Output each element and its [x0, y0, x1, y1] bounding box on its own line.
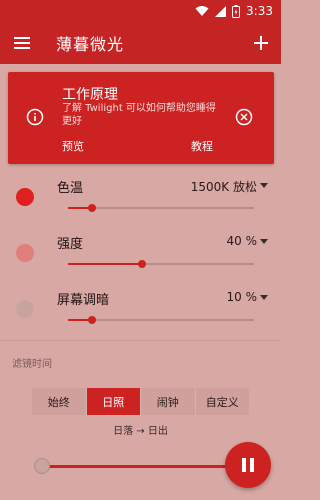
- color-temperature-value[interactable]: 1500K 放松: [191, 178, 257, 195]
- wifi-icon: [195, 5, 209, 17]
- time-range-text: 日落 → 日出: [113, 426, 168, 437]
- intensity-dot: [16, 244, 34, 262]
- color-temperature-setting: 色温 1500K 放松: [0, 172, 281, 228]
- option-always[interactable]: 始终: [32, 388, 87, 415]
- card-title: 工作原理: [62, 87, 118, 103]
- color-temperature-label: 色温: [57, 181, 84, 196]
- info-icon: [26, 108, 44, 130]
- app-bar: 薄暮微光: [0, 22, 281, 64]
- preview-button[interactable]: 预览: [62, 138, 84, 154]
- app-title: 薄暮微光: [56, 35, 125, 54]
- slider-thumb[interactable]: [88, 316, 97, 324]
- color-temperature-dot: [16, 188, 34, 206]
- slider-thumb[interactable]: [88, 204, 97, 212]
- slider-fill: [68, 263, 143, 265]
- schedule-slider-thumb[interactable]: [34, 458, 50, 474]
- divider: [0, 340, 281, 341]
- screen-dim-label: 屏幕调暗: [57, 293, 110, 308]
- menu-icon[interactable]: [0, 22, 44, 64]
- option-alarm[interactable]: 闹钟: [141, 388, 196, 415]
- how-it-works-card: 工作原理 了解 Twilight 可以如何帮助您睡得更好 预览 教程: [8, 72, 274, 164]
- chevron-down-icon[interactable]: [260, 183, 268, 188]
- filter-time-label: 滤镜时间: [12, 359, 52, 370]
- option-custom[interactable]: 自定义: [196, 388, 250, 415]
- screen-dim-value[interactable]: 10 %: [227, 290, 258, 304]
- card-description: 了解 Twilight 可以如何帮助您睡得更好: [62, 103, 216, 127]
- status-bar: 3:33: [0, 0, 281, 22]
- intensity-value[interactable]: 40 %: [227, 234, 258, 248]
- screen-dim-dot: [16, 300, 34, 318]
- option-sun[interactable]: 日照: [86, 388, 141, 415]
- intensity-slider[interactable]: [68, 260, 254, 268]
- close-icon[interactable]: [235, 108, 253, 130]
- screen-dim-setting: 屏幕调暗 10 %: [0, 284, 281, 340]
- chevron-down-icon[interactable]: [260, 295, 268, 300]
- pause-button[interactable]: [225, 442, 271, 488]
- color-temperature-slider[interactable]: [68, 204, 254, 212]
- intensity-label: 强度: [57, 237, 84, 252]
- status-time: 3:33: [246, 4, 273, 18]
- signal-icon: [215, 5, 227, 17]
- schedule-slider-track[interactable]: [40, 465, 240, 468]
- intensity-setting: 强度 40 %: [0, 228, 281, 284]
- battery-icon: [232, 4, 241, 18]
- add-icon[interactable]: [241, 22, 281, 64]
- slider-thumb[interactable]: [138, 260, 147, 268]
- tutorial-button[interactable]: 教程: [191, 138, 213, 154]
- screen-dim-slider[interactable]: [68, 316, 254, 324]
- pause-icon: [240, 458, 256, 472]
- chevron-down-icon[interactable]: [260, 239, 268, 244]
- filter-time-selector: 始终 日照 闹钟 自定义: [32, 388, 249, 415]
